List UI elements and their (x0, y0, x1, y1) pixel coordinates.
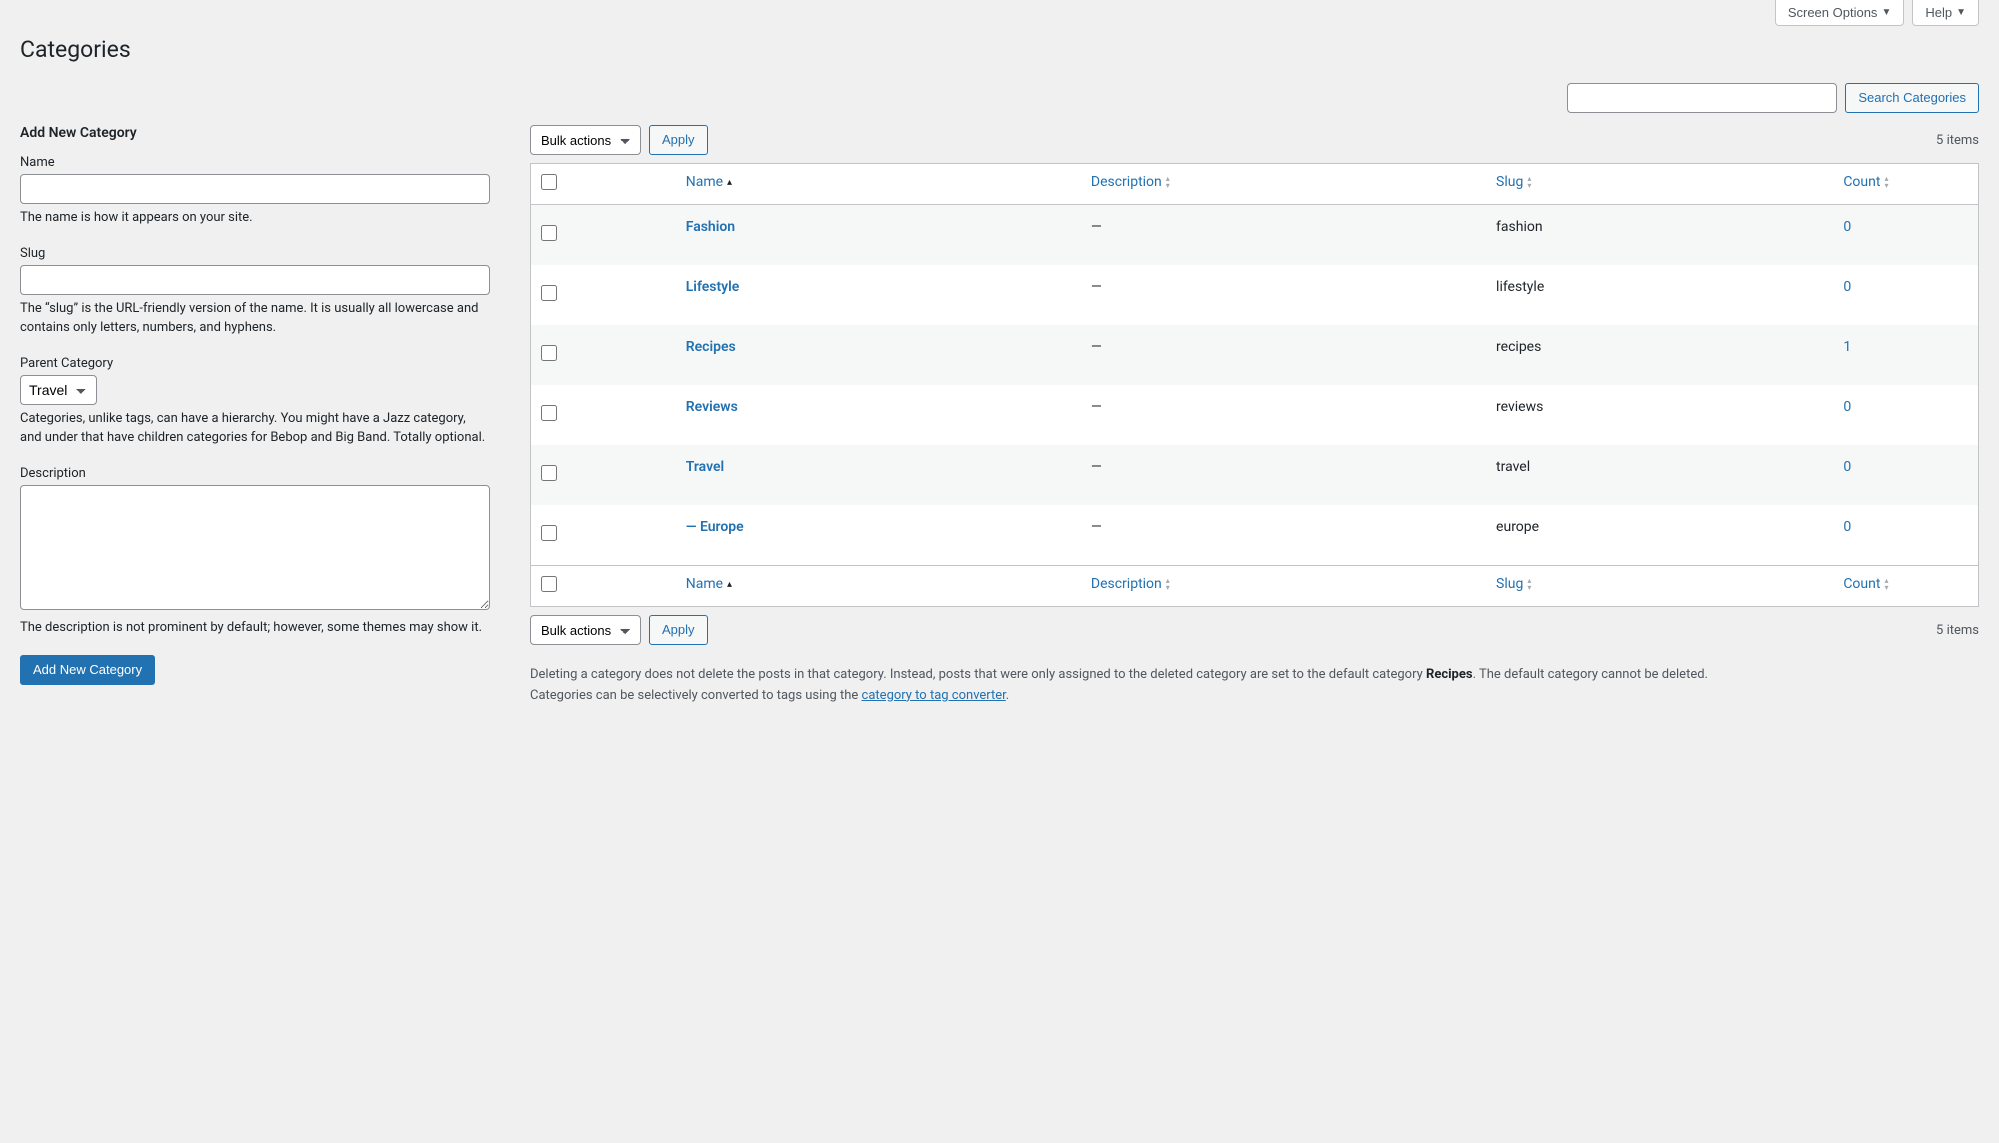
table-row: — Europe —europe 0 (531, 505, 1978, 565)
category-link[interactable]: — Europe (686, 519, 744, 535)
select-all-top[interactable] (541, 174, 557, 190)
row-checkbox[interactable] (541, 345, 557, 361)
category-count-link[interactable]: 0 (1843, 279, 1851, 295)
chevron-down-icon: ▼ (1956, 7, 1966, 18)
items-count-top: 5 items (1936, 133, 1979, 148)
category-link[interactable]: Recipes (686, 339, 736, 355)
row-checkbox[interactable] (541, 525, 557, 541)
row-checkbox[interactable] (541, 285, 557, 301)
table-row: Recipes —recipes 1 (531, 325, 1978, 385)
category-count-link[interactable]: 0 (1843, 459, 1851, 475)
bulk-actions-select-top[interactable]: Bulk actions (530, 125, 641, 155)
submit-button[interactable]: Add New Category (20, 655, 155, 685)
slug-help: The “slug” is the URL-friendly version o… (20, 299, 490, 338)
col-description-sort-foot[interactable]: Description ▴▾ (1091, 576, 1170, 592)
items-count-bottom: 5 items (1936, 623, 1979, 638)
form-heading: Add New Category (20, 125, 490, 141)
slug-label: Slug (20, 246, 490, 261)
convert-link[interactable]: category to tag converter (862, 688, 1006, 703)
description-label: Description (20, 466, 490, 481)
table-row: Fashion —fashion 0 (531, 205, 1978, 265)
col-name-sort-foot[interactable]: Name ▴ (686, 576, 732, 592)
apply-button-top[interactable]: Apply (649, 125, 708, 155)
category-description: — (1081, 505, 1486, 565)
sort-asc-icon: ▴ (727, 579, 732, 590)
row-checkbox[interactable] (541, 405, 557, 421)
sort-icon: ▴▾ (1527, 175, 1531, 189)
chevron-down-icon: ▼ (1881, 7, 1891, 18)
sort-icon: ▴▾ (1166, 577, 1170, 591)
apply-button-bottom[interactable]: Apply (649, 615, 708, 645)
description-textarea[interactable] (20, 485, 490, 610)
col-description-sort[interactable]: Description ▴▾ (1091, 174, 1170, 190)
search-input[interactable] (1567, 83, 1837, 113)
table-row: Reviews —reviews 0 (531, 385, 1978, 445)
category-link[interactable]: Travel (686, 459, 724, 475)
sort-icon: ▴▾ (1527, 577, 1531, 591)
convert-note: Categories can be selectively converted … (530, 686, 1979, 707)
row-checkbox[interactable] (541, 225, 557, 241)
screen-options-label: Screen Options (1788, 5, 1878, 20)
category-count-link[interactable]: 1 (1843, 339, 1851, 355)
category-link[interactable]: Reviews (686, 399, 738, 415)
col-count-sort-foot[interactable]: Count ▴▾ (1843, 576, 1888, 592)
category-count-link[interactable]: 0 (1843, 399, 1851, 415)
category-link[interactable]: Fashion (686, 219, 735, 235)
sort-icon: ▴▾ (1884, 175, 1888, 189)
parent-help: Categories, unlike tags, can have a hier… (20, 409, 490, 448)
screen-options-button[interactable]: Screen Options ▼ (1775, 0, 1905, 26)
category-link[interactable]: Lifestyle (686, 279, 740, 295)
name-label: Name (20, 155, 490, 170)
table-row: Travel —travel 0 (531, 445, 1978, 505)
parent-select[interactable]: Travel (20, 375, 97, 405)
name-input[interactable] (20, 174, 490, 204)
category-description: — (1081, 385, 1486, 445)
col-slug-sort-foot[interactable]: Slug ▴▾ (1496, 576, 1531, 592)
select-all-bottom[interactable] (541, 576, 557, 592)
category-count-link[interactable]: 0 (1843, 519, 1851, 535)
col-count-sort[interactable]: Count ▴▾ (1843, 174, 1888, 190)
category-slug: recipes (1486, 325, 1833, 385)
page-title: Categories (20, 36, 1979, 63)
description-help: The description is not prominent by defa… (20, 618, 490, 638)
category-description: — (1081, 265, 1486, 325)
table-row: Lifestyle —lifestyle 0 (531, 265, 1978, 325)
categories-table: Name ▴ Description ▴▾ Slug ▴▾ Count ▴▾ F… (530, 163, 1979, 607)
col-name-sort[interactable]: Name ▴ (686, 174, 732, 190)
category-description: — (1081, 325, 1486, 385)
category-description: — (1081, 205, 1486, 265)
sort-asc-icon: ▴ (727, 177, 732, 188)
search-button[interactable]: Search Categories (1845, 83, 1979, 113)
help-button[interactable]: Help ▼ (1912, 0, 1979, 26)
category-slug: travel (1486, 445, 1833, 505)
name-help: The name is how it appears on your site. (20, 208, 490, 228)
sort-icon: ▴▾ (1884, 577, 1888, 591)
help-label: Help (1925, 5, 1952, 20)
category-slug: fashion (1486, 205, 1833, 265)
category-slug: lifestyle (1486, 265, 1833, 325)
bulk-actions-select-bottom[interactable]: Bulk actions (530, 615, 641, 645)
parent-label: Parent Category (20, 356, 490, 371)
row-checkbox[interactable] (541, 465, 557, 481)
delete-note: Deleting a category does not delete the … (530, 665, 1979, 686)
col-slug-sort[interactable]: Slug ▴▾ (1496, 174, 1531, 190)
category-slug: reviews (1486, 385, 1833, 445)
category-description: — (1081, 445, 1486, 505)
slug-input[interactable] (20, 265, 490, 295)
sort-icon: ▴▾ (1166, 175, 1170, 189)
category-count-link[interactable]: 0 (1843, 219, 1851, 235)
category-slug: europe (1486, 505, 1833, 565)
